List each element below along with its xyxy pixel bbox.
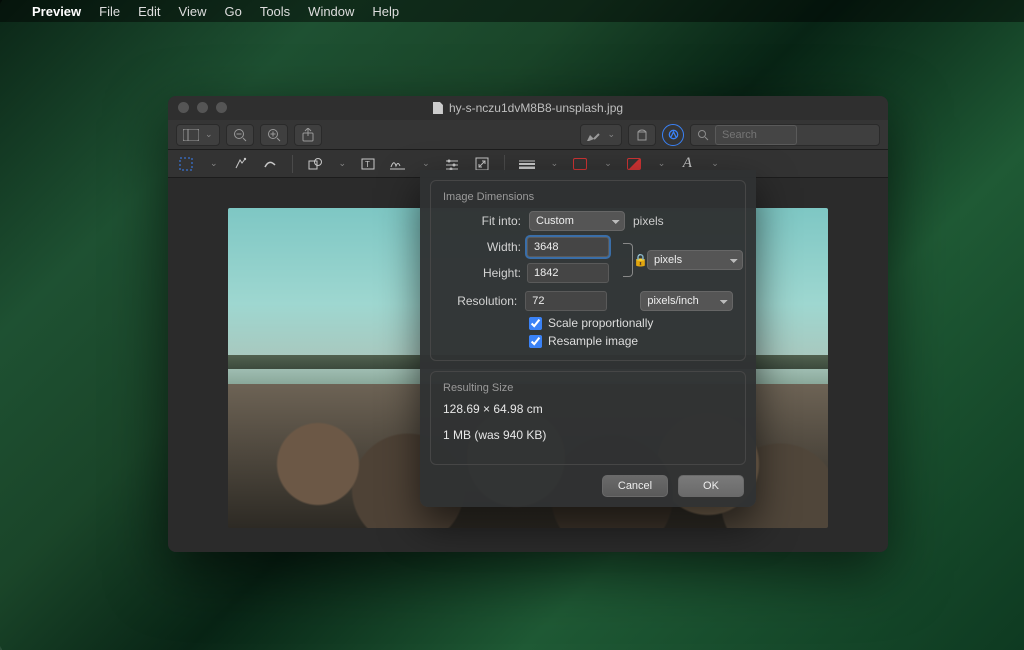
fit-into-unit: pixels — [633, 214, 664, 228]
zoom-out-button[interactable] — [226, 124, 254, 146]
menu-go[interactable]: Go — [224, 4, 241, 19]
instant-alpha-button[interactable] — [232, 156, 248, 172]
height-label: Height: — [443, 266, 521, 280]
document-icon — [433, 102, 443, 114]
toolbar: ⌄ ⌄ — [168, 120, 888, 150]
window-title: hy-s-nczu1dvM8B8-unsplash.jpg — [449, 101, 623, 115]
highlight-button[interactable]: ⌄ — [580, 124, 622, 146]
chevron-down-icon: ⌄ — [339, 158, 347, 169]
shapes-button[interactable] — [307, 156, 323, 172]
share-button[interactable] — [294, 124, 322, 146]
fit-into-label: Fit into: — [443, 214, 521, 228]
sidebar-toggle-button[interactable]: ⌄ — [176, 124, 220, 146]
height-input[interactable] — [527, 263, 609, 283]
resample-image-label: Resample image — [548, 334, 638, 348]
search-icon — [697, 129, 709, 141]
zoom-button[interactable] — [216, 102, 227, 113]
scale-proportionally-checkbox[interactable] — [529, 317, 542, 330]
image-dimensions-panel: Image Dimensions Fit into: Custom pixels… — [430, 180, 746, 361]
fit-into-select[interactable]: Custom — [529, 211, 625, 231]
menu-view[interactable]: View — [179, 4, 207, 19]
adjust-size-sheet: Image Dimensions Fit into: Custom pixels… — [420, 170, 756, 507]
chevron-down-icon: ⌄ — [607, 129, 615, 140]
resolution-label: Resolution: — [443, 294, 517, 308]
menu-help[interactable]: Help — [372, 4, 399, 19]
rotate-button[interactable] — [628, 124, 656, 146]
titlebar[interactable]: hy-s-nczu1dvM8B8-unsplash.jpg — [168, 96, 888, 120]
minimize-button[interactable] — [197, 102, 208, 113]
resulting-size-title: Resulting Size — [443, 382, 733, 394]
chevron-down-icon: ⌄ — [604, 158, 612, 169]
ok-button[interactable]: OK — [678, 475, 744, 497]
menu-edit[interactable]: Edit — [138, 4, 160, 19]
traffic-lights — [178, 102, 227, 113]
search-field[interactable] — [690, 124, 880, 146]
menu-window[interactable]: Window — [308, 4, 354, 19]
resample-image-checkbox[interactable] — [529, 335, 542, 348]
sign-button[interactable] — [390, 156, 406, 172]
panel-title: Image Dimensions — [443, 191, 733, 203]
width-label: Width: — [443, 240, 521, 254]
text-button[interactable]: T — [360, 156, 376, 172]
cancel-button[interactable]: Cancel — [602, 475, 668, 497]
chevron-down-icon: ⌄ — [551, 158, 559, 169]
dimension-unit-select[interactable]: pixels — [647, 250, 743, 270]
chevron-down-icon: ⌄ — [658, 158, 666, 169]
resulting-filesize: 1 MB (was 940 KB) — [443, 428, 733, 442]
menu-tools[interactable]: Tools — [260, 4, 290, 19]
scale-proportionally-label: Scale proportionally — [548, 316, 653, 330]
chevron-down-icon: ⌄ — [205, 129, 213, 140]
menu-file[interactable]: File — [99, 4, 120, 19]
selection-tool-button[interactable] — [178, 156, 194, 172]
svg-text:T: T — [365, 160, 370, 169]
resulting-size-panel: Resulting Size 128.69 × 64.98 cm 1 MB (w… — [430, 371, 746, 465]
chevron-down-icon: ⌄ — [422, 158, 430, 169]
chevron-down-icon: ⌄ — [711, 158, 719, 169]
divider — [292, 155, 293, 173]
lock-icon[interactable]: 🔒 — [633, 253, 648, 267]
resolution-unit-select[interactable]: pixels/inch — [640, 291, 733, 311]
resulting-dimensions: 128.69 × 64.98 cm — [443, 402, 733, 416]
chevron-down-icon: ⌄ — [210, 158, 218, 169]
link-bracket — [623, 243, 633, 277]
app-menu[interactable]: Preview — [32, 4, 81, 19]
sketch-button[interactable] — [262, 156, 278, 172]
search-input[interactable] — [715, 125, 797, 145]
close-button[interactable] — [178, 102, 189, 113]
markup-toggle-button[interactable] — [662, 124, 684, 146]
zoom-in-button[interactable] — [260, 124, 288, 146]
width-input[interactable] — [527, 237, 609, 257]
resolution-input[interactable] — [525, 291, 607, 311]
menubar: Preview File Edit View Go Tools Window H… — [0, 0, 1024, 22]
